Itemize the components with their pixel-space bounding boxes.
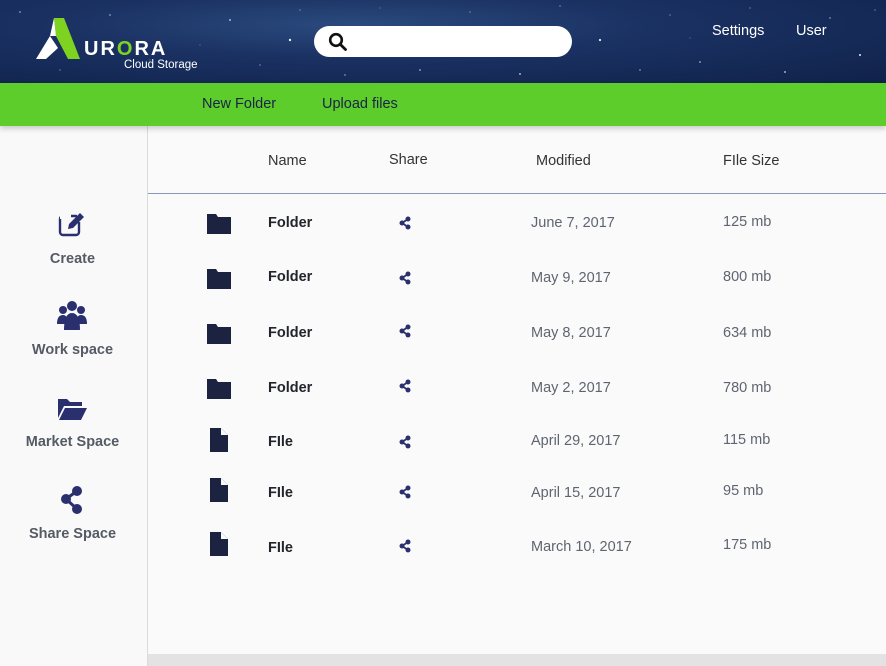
share-icon xyxy=(61,486,82,514)
column-header-share[interactable]: Share xyxy=(389,152,428,168)
column-header-file-size[interactable]: FIle Size xyxy=(723,153,779,169)
settings-link[interactable]: Settings xyxy=(712,23,764,39)
modified-date: May 2, 2017 xyxy=(531,380,611,396)
sidebar-item-label: Share Space xyxy=(28,526,117,542)
sidebar-item-create[interactable]: Create xyxy=(0,209,148,279)
file-size: 95 mb xyxy=(723,483,764,499)
folder-icon xyxy=(207,324,231,344)
table-row[interactable]: FIle April 15, 2017 95 mb xyxy=(148,474,886,514)
sidebar-item-work-space[interactable]: Work space xyxy=(0,300,148,370)
file-name: FIle xyxy=(268,434,293,450)
file-icon xyxy=(210,532,228,556)
search-input[interactable] xyxy=(356,30,561,53)
modified-date: June 7, 2017 xyxy=(531,215,615,231)
file-size: 800 mb xyxy=(723,269,772,285)
upload-files-button[interactable]: Upload files xyxy=(322,96,398,112)
search-bar[interactable] xyxy=(314,26,572,57)
header-divider xyxy=(148,193,886,194)
table-row[interactable]: Folder May 2, 2017 780 mb xyxy=(148,368,886,408)
modified-date: May 8, 2017 xyxy=(531,325,611,341)
aurora-a-logo-icon xyxy=(36,18,80,59)
sidebar-item-label: Market Space xyxy=(25,434,120,450)
folder-icon xyxy=(207,214,231,234)
column-header-modified[interactable]: Modified xyxy=(536,153,591,169)
file-size: 175 mb xyxy=(723,537,772,553)
file-size: 115 mb xyxy=(723,432,771,448)
table-row[interactable]: FIle March 10, 2017 175 mb xyxy=(148,528,886,568)
file-size: 780 mb xyxy=(723,380,772,396)
modified-date: April 29, 2017 xyxy=(531,433,621,449)
file-name: Folder xyxy=(268,380,313,396)
users-icon xyxy=(57,301,87,330)
share-icon[interactable] xyxy=(398,216,412,230)
user-link[interactable]: User xyxy=(796,23,827,39)
modified-date: May 9, 2017 xyxy=(531,270,611,286)
sidebar-item-label: Create xyxy=(49,251,96,267)
folder-icon xyxy=(207,379,231,399)
file-name: Folder xyxy=(268,325,313,341)
file-table: Name Share Modified FIle Size Folder Jun… xyxy=(148,126,886,654)
share-icon[interactable] xyxy=(398,271,412,285)
sidebar-item-market-space[interactable]: Market Space xyxy=(0,392,148,462)
brand-name: URORA xyxy=(84,38,168,60)
table-row[interactable]: Folder May 8, 2017 634 mb xyxy=(148,313,886,353)
folder-open-icon xyxy=(58,399,87,420)
file-icon xyxy=(210,478,228,502)
file-name: FIle xyxy=(268,485,293,501)
file-size: 125 mb xyxy=(723,214,772,230)
column-header-name[interactable]: Name xyxy=(268,153,307,169)
share-icon[interactable] xyxy=(398,379,412,393)
share-icon[interactable] xyxy=(398,485,412,499)
horizontal-scrollbar[interactable] xyxy=(148,654,886,666)
search-icon[interactable] xyxy=(328,32,348,52)
file-icon xyxy=(210,428,228,452)
sidebar: Create Work space Market Space Share Spa… xyxy=(0,126,148,666)
action-toolbar: New Folder Upload files xyxy=(0,83,886,126)
aurora-logo[interactable]: URORA Cloud Storage xyxy=(36,18,206,76)
modified-date: April 15, 2017 xyxy=(531,485,621,501)
folder-icon xyxy=(207,269,231,289)
file-size: 634 mb xyxy=(723,325,772,341)
share-icon[interactable] xyxy=(398,539,412,553)
edit-icon xyxy=(58,212,87,237)
file-name: FIle xyxy=(268,540,293,556)
share-icon[interactable] xyxy=(398,324,412,338)
app-header: URORA Cloud Storage Settings User xyxy=(0,0,886,83)
file-name: Folder xyxy=(268,215,313,231)
file-name: Folder xyxy=(268,269,313,285)
sidebar-item-share-space[interactable]: Share Space xyxy=(0,484,148,554)
modified-date: March 10, 2017 xyxy=(531,539,632,555)
new-folder-button[interactable]: New Folder xyxy=(202,96,276,112)
brand-subtitle: Cloud Storage xyxy=(124,59,198,71)
sidebar-item-label: Work space xyxy=(31,342,114,358)
table-row[interactable]: Folder May 9, 2017 800 mb xyxy=(148,258,886,298)
table-row[interactable]: FIle April 29, 2017 115 mb xyxy=(148,422,886,462)
share-icon[interactable] xyxy=(398,435,412,449)
table-row[interactable]: Folder June 7, 2017 125 mb xyxy=(148,203,886,243)
